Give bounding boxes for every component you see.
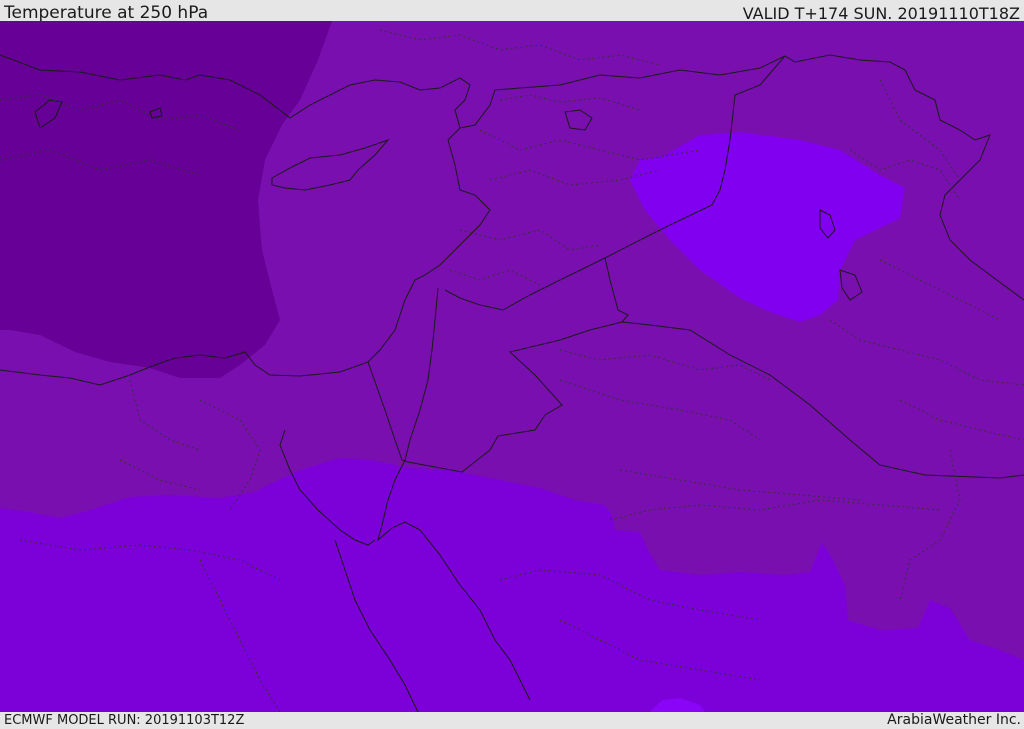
weather-map [0, 21, 1024, 712]
model-run: ECMWF MODEL RUN: 20191103T12Z [4, 713, 245, 728]
credit: ArabiaWeather Inc. [887, 712, 1021, 728]
footer-bar: ECMWF MODEL RUN: 20191103T12Z ArabiaWeat… [0, 712, 1024, 729]
header-bar: Temperature at 250 hPa VALID T+174 SUN. … [0, 0, 1024, 23]
map-title: Temperature at 250 hPa [4, 3, 209, 23]
